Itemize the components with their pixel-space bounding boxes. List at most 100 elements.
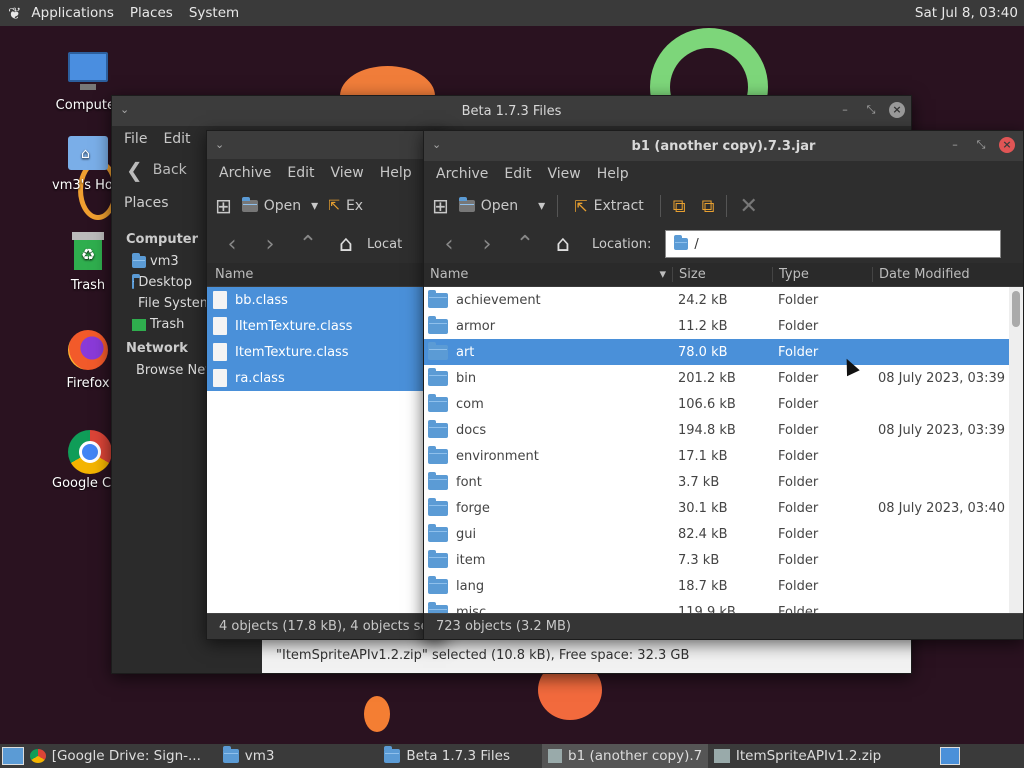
- maximize-icon[interactable]: ⤡: [863, 102, 879, 118]
- size-cell: 82.4 kB: [678, 526, 728, 542]
- titlebar[interactable]: ⌄ Beta 1.7.3 Files – ⤡ ×: [112, 96, 911, 126]
- location-field[interactable]: /: [665, 230, 1002, 258]
- list-item[interactable]: ra.class: [207, 365, 445, 391]
- window-menu-icon[interactable]: ⌄: [120, 103, 129, 116]
- menu-archive[interactable]: Archive: [428, 166, 496, 182]
- list-item[interactable]: ItemTexture.class: [207, 339, 445, 365]
- sidebar-item-filesystem[interactable]: File System: [112, 293, 212, 314]
- up-arrow-icon[interactable]: ⌃: [291, 232, 325, 257]
- close-icon[interactable]: ×: [889, 102, 905, 118]
- jar-archive-window[interactable]: ⌄ b1 (another copy).7.3.jar – ⤡ × Archiv…: [423, 130, 1024, 640]
- list-item[interactable]: bb.class: [207, 287, 445, 313]
- gnome-foot-icon[interactable]: ❦: [8, 4, 21, 23]
- sort-descending-icon: ▾: [659, 267, 666, 282]
- sidebar-item-trash[interactable]: Trash: [112, 314, 212, 335]
- minimize-icon[interactable]: –: [837, 102, 853, 118]
- table-row[interactable]: armor 11.2 kB Folder: [424, 313, 1023, 339]
- menu-edit[interactable]: Edit: [279, 165, 322, 181]
- table-row[interactable]: com 106.6 kB Folder: [424, 391, 1023, 417]
- menu-view[interactable]: View: [323, 165, 372, 181]
- new-archive-icon[interactable]: ⊞: [215, 194, 232, 218]
- workspace-switcher[interactable]: [940, 747, 961, 765]
- menu-edit[interactable]: Edit: [155, 131, 198, 147]
- new-archive-icon[interactable]: ⊞: [432, 194, 449, 218]
- back-arrow-icon[interactable]: ‹: [215, 232, 249, 257]
- add-folder-icon[interactable]: ⧉: [702, 196, 715, 217]
- task-zip-archive[interactable]: ItemSpriteAPIv1.2.zip: [708, 744, 940, 768]
- back-button[interactable]: Back: [153, 162, 187, 178]
- back-arrow-icon[interactable]: ‹: [432, 232, 466, 257]
- task-chrome[interactable]: [Google Drive: Sign-...: [24, 744, 217, 768]
- menu-file[interactable]: File: [116, 131, 155, 147]
- forward-arrow-icon[interactable]: ›: [470, 232, 504, 257]
- table-row[interactable]: forge 30.1 kB Folder 08 July 2023, 03:40: [424, 495, 1023, 521]
- middle-archive-window[interactable]: ⌄ Archive Edit View Help ⊞ Open ▾ ⇱ Ex ‹ …: [206, 130, 446, 640]
- column-type[interactable]: Type: [772, 267, 872, 282]
- column-size[interactable]: Size: [672, 267, 772, 282]
- name-cell: gui: [424, 523, 672, 542]
- folder-icon: [428, 497, 448, 516]
- sidebar-item-vm3[interactable]: vm3: [112, 251, 212, 272]
- size-cell: 78.0 kB: [678, 344, 728, 360]
- open-dropdown-icon[interactable]: ▾: [538, 198, 545, 214]
- list-header[interactable]: Name: [207, 263, 445, 287]
- table-row[interactable]: font 3.7 kB Folder: [424, 469, 1023, 495]
- scrollbar-thumb[interactable]: [1012, 291, 1020, 327]
- task-vm3[interactable]: vm3: [217, 744, 379, 768]
- menu-edit[interactable]: Edit: [496, 166, 539, 182]
- task-jar-archive[interactable]: b1 (another copy).7....: [541, 744, 708, 768]
- menu-archive[interactable]: Archive: [211, 165, 279, 181]
- up-arrow-icon[interactable]: ⌃: [508, 232, 542, 257]
- back-arrow-icon[interactable]: ❮: [126, 158, 143, 182]
- sidebar-item-desktop[interactable]: Desktop: [112, 272, 212, 293]
- status-text: 4 objects (17.8 kB), 4 objects selec: [219, 619, 446, 634]
- table-row[interactable]: lang 18.7 kB Folder: [424, 573, 1023, 599]
- column-date[interactable]: Date Modified: [872, 267, 1008, 282]
- menu-view[interactable]: View: [540, 166, 589, 182]
- folder-icon: [428, 367, 448, 386]
- table-row[interactable]: art 78.0 kB Folder: [424, 339, 1023, 365]
- close-icon[interactable]: ×: [999, 137, 1015, 153]
- applications-menu[interactable]: Applications: [25, 5, 119, 21]
- places-menu[interactable]: Places: [124, 5, 179, 21]
- sidebar-item-browse-network[interactable]: Browse Network: [112, 360, 242, 381]
- open-button[interactable]: Open: [455, 197, 522, 214]
- window-menu-icon[interactable]: ⌄: [215, 138, 224, 151]
- open-dropdown-icon[interactable]: ▾: [311, 198, 318, 214]
- folder-icon: [428, 315, 448, 334]
- stop-icon[interactable]: ✕: [739, 194, 757, 219]
- extract-button[interactable]: ⇱ Extract: [570, 197, 648, 216]
- titlebar[interactable]: ⌄ b1 (another copy).7.3.jar – ⤡ ×: [424, 131, 1023, 161]
- maximize-icon[interactable]: ⤡: [973, 137, 989, 153]
- minimize-icon[interactable]: –: [947, 137, 963, 153]
- system-menu[interactable]: System: [183, 5, 245, 21]
- folder-icon: [428, 419, 448, 438]
- menu-help[interactable]: Help: [372, 165, 420, 181]
- status-bar: 723 objects (3.2 MB): [424, 613, 1023, 639]
- table-row[interactable]: environment 17.1 kB Folder: [424, 443, 1023, 469]
- titlebar[interactable]: ⌄: [207, 131, 445, 159]
- sidebar-heading-network: Network: [126, 341, 188, 356]
- home-icon[interactable]: ⌂: [329, 232, 363, 257]
- add-files-icon[interactable]: ⧉: [673, 196, 686, 217]
- open-button[interactable]: Open: [238, 197, 305, 214]
- column-name[interactable]: Name: [215, 267, 253, 282]
- scrollbar[interactable]: [1009, 287, 1023, 625]
- list-item[interactable]: IItemTexture.class: [207, 313, 445, 339]
- table-row[interactable]: gui 82.4 kB Folder: [424, 521, 1023, 547]
- show-desktop-icon[interactable]: [2, 747, 24, 765]
- task-beta-files[interactable]: Beta 1.7.3 Files: [378, 744, 542, 768]
- forward-arrow-icon[interactable]: ›: [253, 232, 287, 257]
- menu-help[interactable]: Help: [589, 166, 637, 182]
- table-row[interactable]: bin 201.2 kB Folder 08 July 2023, 03:39: [424, 365, 1023, 391]
- column-name[interactable]: Name ▾: [424, 267, 672, 282]
- table-row[interactable]: achievement 24.2 kB Folder: [424, 287, 1023, 313]
- table-row[interactable]: docs 194.8 kB Folder 08 July 2023, 03:39: [424, 417, 1023, 443]
- home-icon[interactable]: ⌂: [546, 232, 580, 257]
- table-row[interactable]: item 7.3 kB Folder: [424, 547, 1023, 573]
- extract-button[interactable]: ⇱ Ex: [324, 198, 367, 214]
- window-menu-icon[interactable]: ⌄: [432, 138, 441, 151]
- extract-icon: ⇱: [328, 198, 340, 214]
- name-cell: art: [424, 341, 672, 360]
- clock[interactable]: Sat Jul 8, 03:40: [915, 0, 1018, 26]
